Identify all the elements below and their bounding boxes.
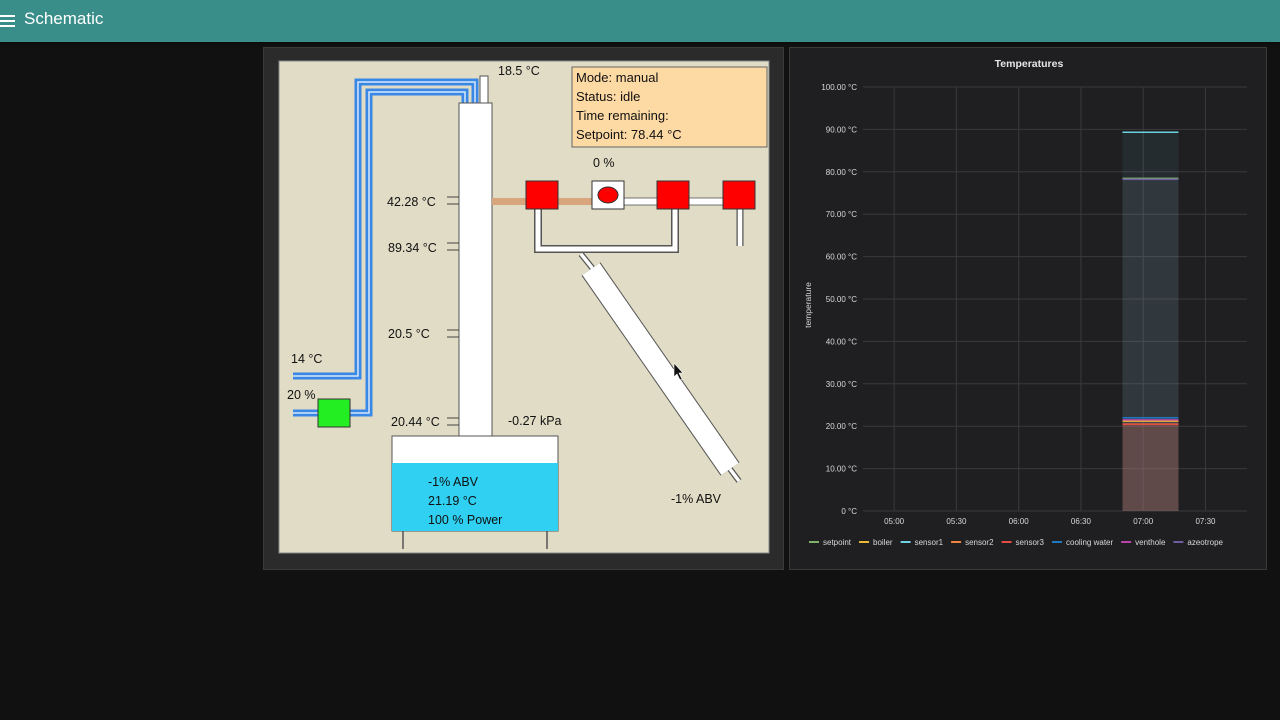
valve-3[interactable] <box>656 180 690 210</box>
x-tick-label: 06:30 <box>1071 517 1092 526</box>
legend-label: sensor3 <box>1016 538 1045 547</box>
takeoff-pipe-copper <box>492 198 526 205</box>
temperatures-chart-panel: Temperatures temperature 0 °C 10.00 °C 20.… <box>789 47 1267 570</box>
legend-item-sensor2[interactable]: sensor2 <box>951 538 994 547</box>
status-info-box: Mode: manual Status: idle Time remaining… <box>571 66 768 148</box>
hamburger-menu-icon[interactable] <box>0 12 16 28</box>
column-temp-4: 20.44 °C <box>391 415 440 429</box>
x-tick-label: 05:00 <box>884 517 905 526</box>
pressure-label: -0.27 kPa <box>508 414 562 428</box>
legend-label: setpoint <box>823 538 852 547</box>
takeoff-pipe-white-2 <box>688 197 724 206</box>
column-temp-3: 20.5 °C <box>388 327 430 341</box>
column-temp-1: 42.28 °C <box>387 195 436 209</box>
valve-center-indicator <box>597 186 619 204</box>
cooling-temp-label: 14 °C <box>291 352 322 366</box>
y-tick-label: 50.00 °C <box>826 295 857 304</box>
takeoff-pipe-copper-2 <box>558 198 592 205</box>
top-app-bar: Schematic <box>0 0 1280 42</box>
chart-title: Temperatures <box>995 58 1064 70</box>
y-tick-label: 30.00 °C <box>826 380 857 389</box>
status-text: Status: idle <box>576 89 640 104</box>
legend-item-setpoint[interactable]: setpoint <box>809 538 852 547</box>
y-tick-label: 100.00 °C <box>821 83 857 92</box>
chart-grid <box>863 86 1247 512</box>
top-temp-label: 18.5 °C <box>498 64 540 78</box>
app-title: Schematic <box>24 9 104 28</box>
legend-label: cooling water <box>1066 538 1113 547</box>
legend-item-venthole[interactable]: venthole <box>1121 538 1166 547</box>
vent-pipe <box>479 75 489 106</box>
x-tick-labels: 05:00 05:30 06:00 06:30 07:00 07:30 <box>884 517 1216 526</box>
takeoff-pipe-white <box>623 197 658 206</box>
x-tick-label: 06:00 <box>1009 517 1030 526</box>
boiler-abv: -1% ABV <box>428 475 479 489</box>
legend-label: azeotrope <box>1187 538 1223 547</box>
series-area-sensor3 <box>1122 424 1179 511</box>
y-tick-label: 10.00 °C <box>826 465 857 474</box>
legend-item-sensor1[interactable]: sensor1 <box>900 538 944 547</box>
y-tick-label: 20.00 °C <box>826 422 857 431</box>
output-abv-label: -1% ABV <box>671 492 722 506</box>
legend-item-sensor3[interactable]: sensor3 <box>1001 538 1045 547</box>
x-tick-label: 05:30 <box>946 517 967 526</box>
y-tick-label: 60.00 °C <box>826 253 857 262</box>
y-tick-label: 90.00 °C <box>826 125 857 134</box>
y-tick-label: 40.00 °C <box>826 337 857 346</box>
column-temp-2: 89.34 °C <box>388 241 437 255</box>
y-tick-label: 0 °C <box>841 507 857 516</box>
y-axis-label: temperature <box>803 282 813 328</box>
plot-area <box>1122 131 1179 511</box>
pump-percent-label: 20 % <box>287 388 316 402</box>
cooling-pump[interactable] <box>317 398 351 428</box>
valve-4[interactable] <box>722 180 756 210</box>
distillation-column <box>458 102 493 438</box>
legend-label: sensor1 <box>915 538 944 547</box>
legend-item-boiler[interactable]: boiler <box>859 538 893 547</box>
x-tick-label: 07:30 <box>1195 517 1216 526</box>
legend-item-cooling-water[interactable]: cooling water <box>1052 538 1113 547</box>
chart-legend: setpoint boiler sensor1 sensor2 sensor3 cooli… <box>809 538 1224 547</box>
y-tick-label: 70.00 °C <box>826 210 857 219</box>
legend-item-azeotrope[interactable]: azeotrope <box>1173 538 1224 547</box>
boiler-temp: 21.19 °C <box>428 494 477 508</box>
setpoint-text: Setpoint: 78.44 °C <box>576 127 682 142</box>
boiler-power: 100 % Power <box>428 513 502 527</box>
legend-label: boiler <box>873 538 893 547</box>
legend-label: venthole <box>1135 538 1166 547</box>
y-tick-labels: 0 °C 10.00 °C 20.00 °C 30.00 °C 40.00 °C 50.0… <box>821 83 857 516</box>
x-tick-label: 07:00 <box>1133 517 1154 526</box>
valve-1[interactable] <box>525 180 559 210</box>
legend-label: sensor2 <box>965 538 994 547</box>
time-remaining-text: Time remaining: <box>576 108 669 123</box>
mode-text: Mode: manual <box>576 70 658 85</box>
valve-percent-label: 0 % <box>593 156 615 170</box>
y-tick-label: 80.00 °C <box>826 168 857 177</box>
schematic-panel: Mode: manual Status: idle Time remaining… <box>263 47 784 570</box>
